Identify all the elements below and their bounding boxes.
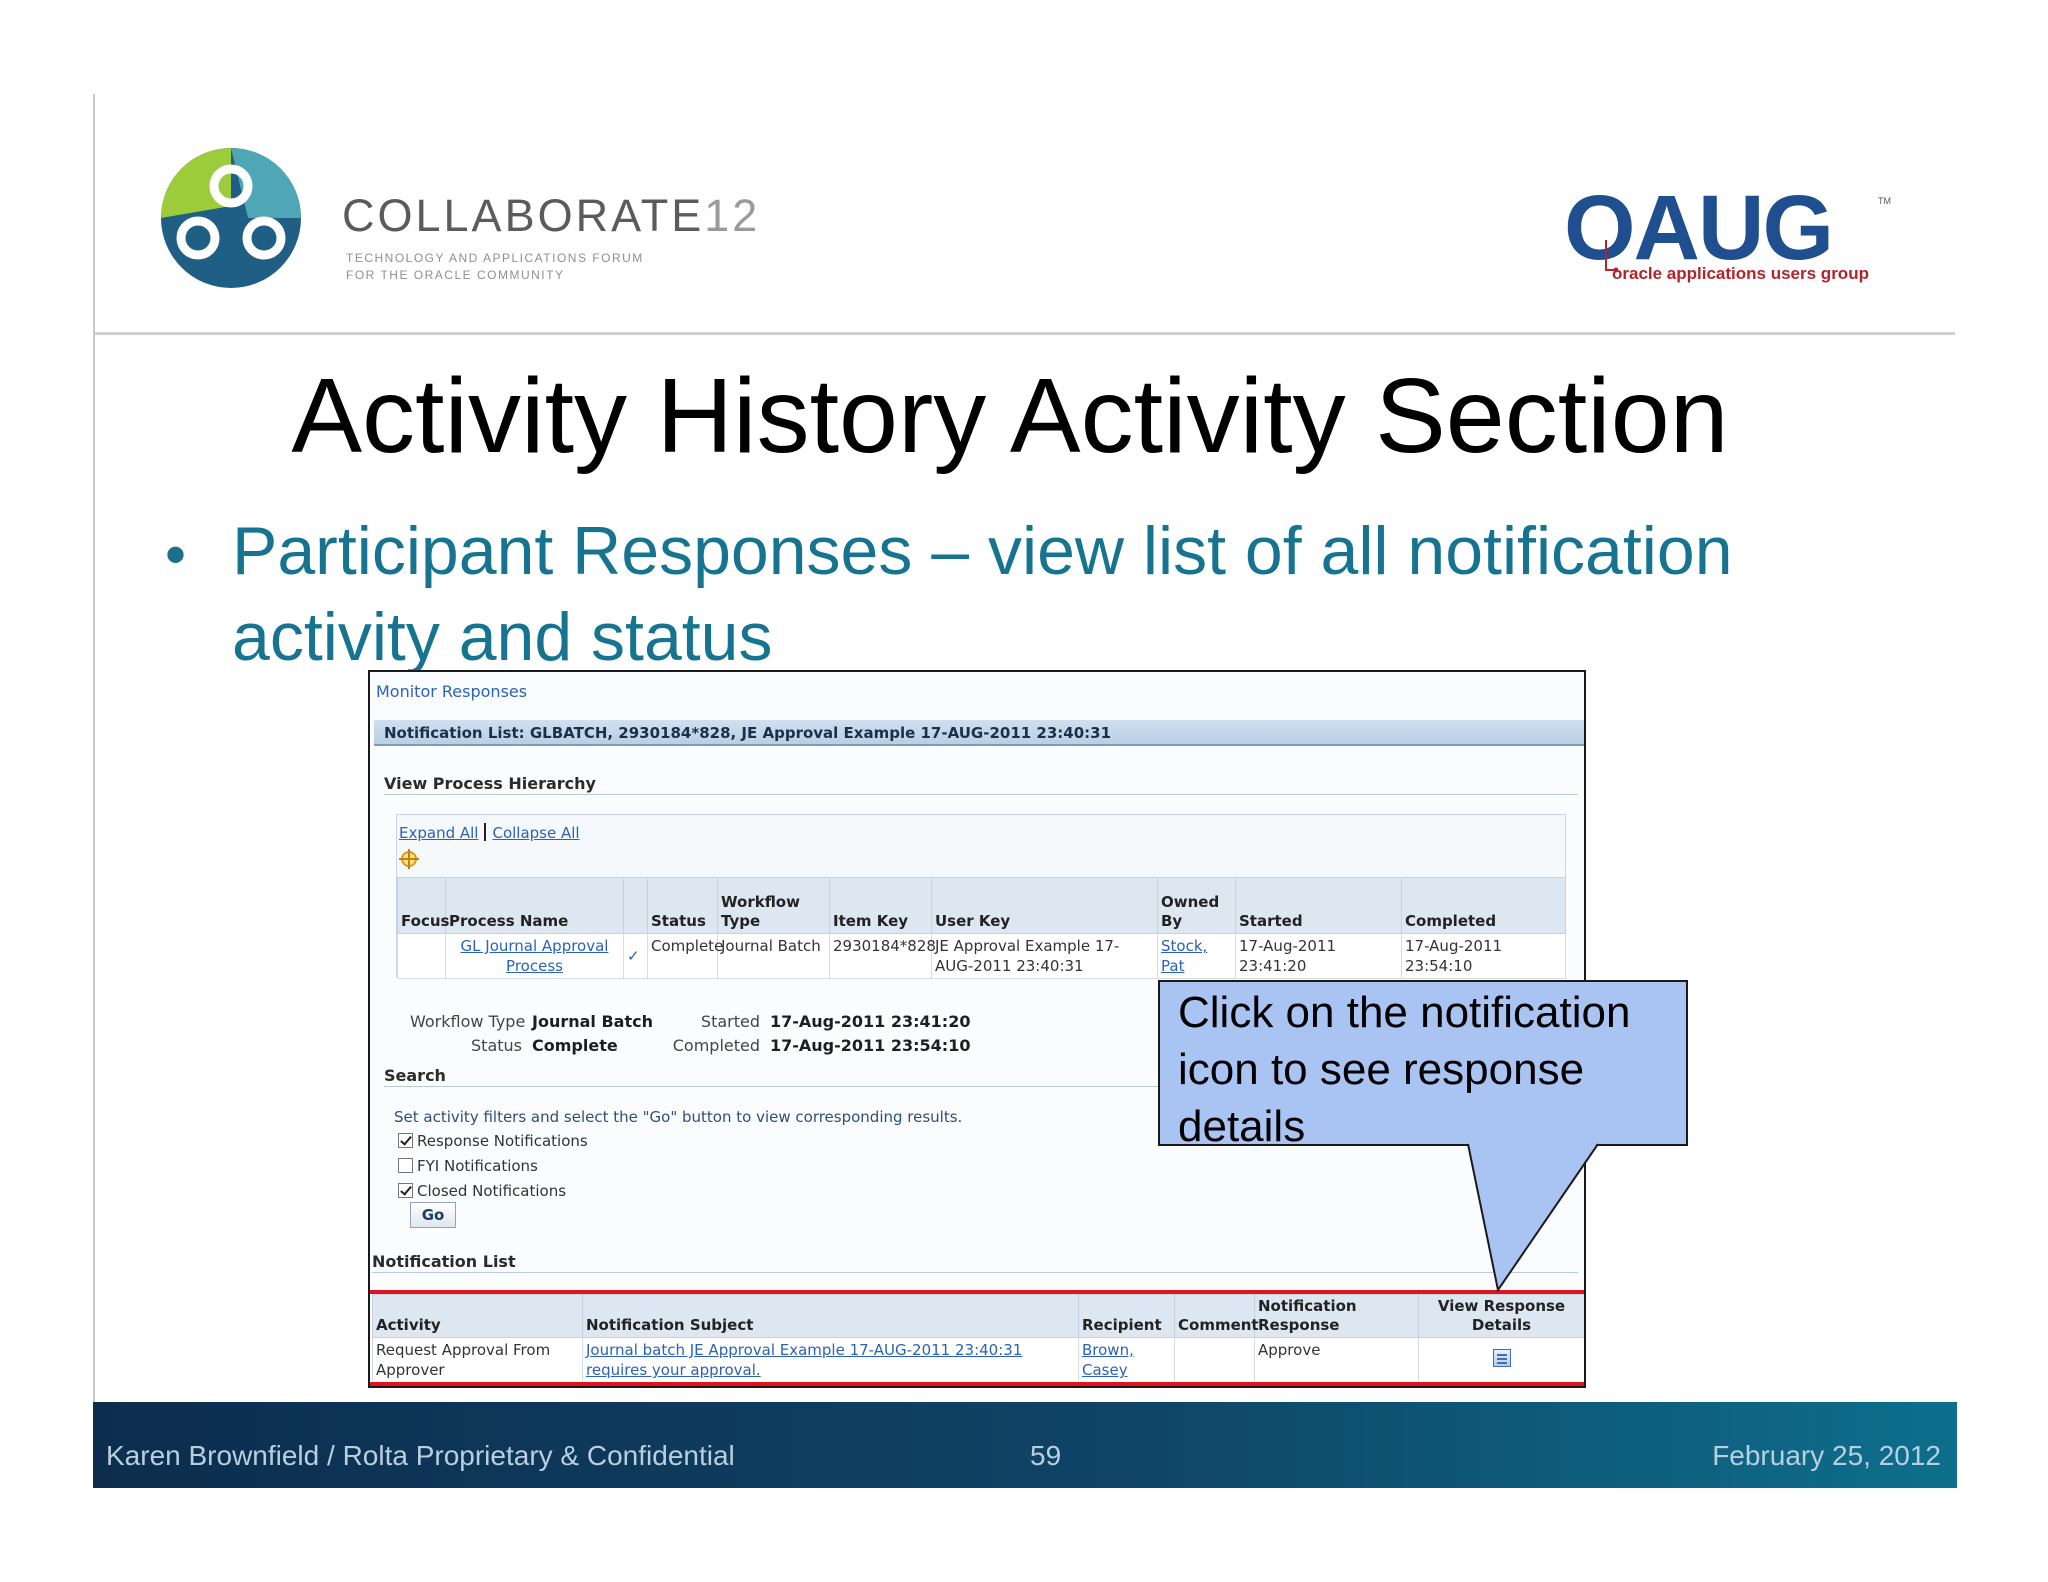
view-process-hierarchy-title: View Process Hierarchy — [384, 774, 596, 793]
summary-completed: Completed 17-Aug-2011 23:54:10 — [672, 1036, 971, 1055]
collaborate-logo-icon — [161, 148, 301, 288]
page-number: 59 — [1030, 1440, 1062, 1471]
hierarchy-divider — [384, 794, 1578, 795]
started-cell: 17-Aug-2011 23:41:20 — [1235, 933, 1402, 979]
notification-list-divider — [372, 1272, 1578, 1273]
collapse-all-link[interactable]: Collapse All — [492, 824, 579, 842]
checkbox-checked[interactable] — [398, 1133, 413, 1148]
bullet-text: Participant Responses – view list of all… — [232, 513, 1733, 675]
process-name-cell: GL Journal Approval Process — [445, 933, 624, 979]
oaug-tagline: oracle applications users group — [1612, 264, 1869, 283]
col-item-key: Item Key — [829, 877, 932, 934]
focus-cell — [397, 933, 446, 979]
oaug-logo: OAUG TM oracle applications users group — [1564, 182, 1892, 292]
summary-status: Status Complete — [471, 1036, 618, 1055]
col-status-icon — [623, 877, 648, 934]
search-title: Search — [384, 1066, 446, 1085]
table-row: GL Journal Approval Process ✓ Complete J… — [397, 933, 1566, 979]
filter-fyi-notifications[interactable]: FYI Notifications — [398, 1157, 538, 1175]
go-button[interactable]: Go — [410, 1202, 456, 1228]
search-hint: Set activity filters and select the "Go"… — [394, 1108, 963, 1126]
footer-date: February 25, 2012 — [1712, 1440, 1941, 1471]
summary-workflow-type: Workflow Type Journal Batch — [410, 1012, 653, 1031]
oaug-trademark: TM — [1878, 196, 1891, 206]
callout-pointer — [1467, 1142, 1599, 1293]
notification-list-title: Notification List — [372, 1252, 516, 1271]
process-hierarchy-panel: Expand All Collapse All Focus Process Nam… — [396, 814, 1566, 979]
status-icon-cell: ✓ — [623, 933, 648, 979]
col-owned-by: Owned By — [1157, 877, 1236, 934]
check-icon: ✓ — [627, 947, 640, 965]
workflow-type-cell: Journal Batch — [717, 933, 830, 979]
slide-title: Activity History Activity Section — [291, 357, 1729, 475]
collaborate-tagline: Technology and Applications Forum for th… — [346, 251, 644, 282]
col-user-key: User Key — [931, 877, 1158, 934]
owned-by-link[interactable]: Stock, Pat — [1161, 937, 1207, 975]
header-divider — [95, 332, 1955, 335]
status-cell: Complete — [647, 933, 723, 979]
process-table: Focus Process Name Status Workflow Type … — [397, 877, 1566, 979]
checkbox-checked[interactable] — [398, 1183, 413, 1198]
notification-list-header: Notification List: GLBATCH, 2930184*828,… — [374, 720, 1584, 746]
summary-started: Started 17-Aug-2011 23:41:20 — [700, 1012, 971, 1031]
filter-response-notifications[interactable]: Response Notifications — [398, 1132, 588, 1150]
completed-cell: 17-Aug-2011 23:54:10 — [1401, 933, 1566, 979]
expand-all-link[interactable]: Expand All — [399, 824, 478, 842]
col-completed: Completed — [1401, 877, 1566, 934]
hierarchy-links: Expand All Collapse All — [399, 823, 580, 842]
filter-closed-notifications[interactable]: Closed Notifications — [398, 1182, 566, 1200]
monitor-responses-link[interactable]: Monitor Responses — [376, 682, 527, 701]
col-started: Started — [1235, 877, 1402, 934]
process-table-header: Focus Process Name Status Workflow Type … — [397, 877, 1566, 934]
item-key-cell: 2930184*828 — [829, 933, 936, 979]
bullet-dot-icon: • — [165, 521, 187, 588]
owned-by-cell: Stock, Pat — [1157, 933, 1236, 979]
slide-left-rule — [93, 94, 95, 1488]
link-separator — [484, 823, 487, 841]
footer-author: Karen Brownfield / Rolta Proprietary & C… — [106, 1440, 735, 1471]
user-key-cell: JE Approval Example 17-AUG-2011 23:40:31 — [931, 933, 1158, 979]
collaborate-wordmark: COLLABORATE12 — [342, 190, 761, 241]
col-focus: Focus — [397, 877, 449, 934]
highlight-box — [370, 1290, 1584, 1386]
col-workflow-type: Workflow Type — [717, 877, 830, 934]
col-process-name: Process Name — [445, 877, 624, 934]
focus-crosshair-icon[interactable] — [399, 849, 419, 869]
checkbox-unchecked[interactable] — [398, 1158, 413, 1173]
process-name-link[interactable]: GL Journal Approval Process — [461, 937, 609, 975]
col-status: Status — [647, 877, 718, 934]
callout-box: Click on the notification icon to see re… — [1158, 980, 1688, 1151]
